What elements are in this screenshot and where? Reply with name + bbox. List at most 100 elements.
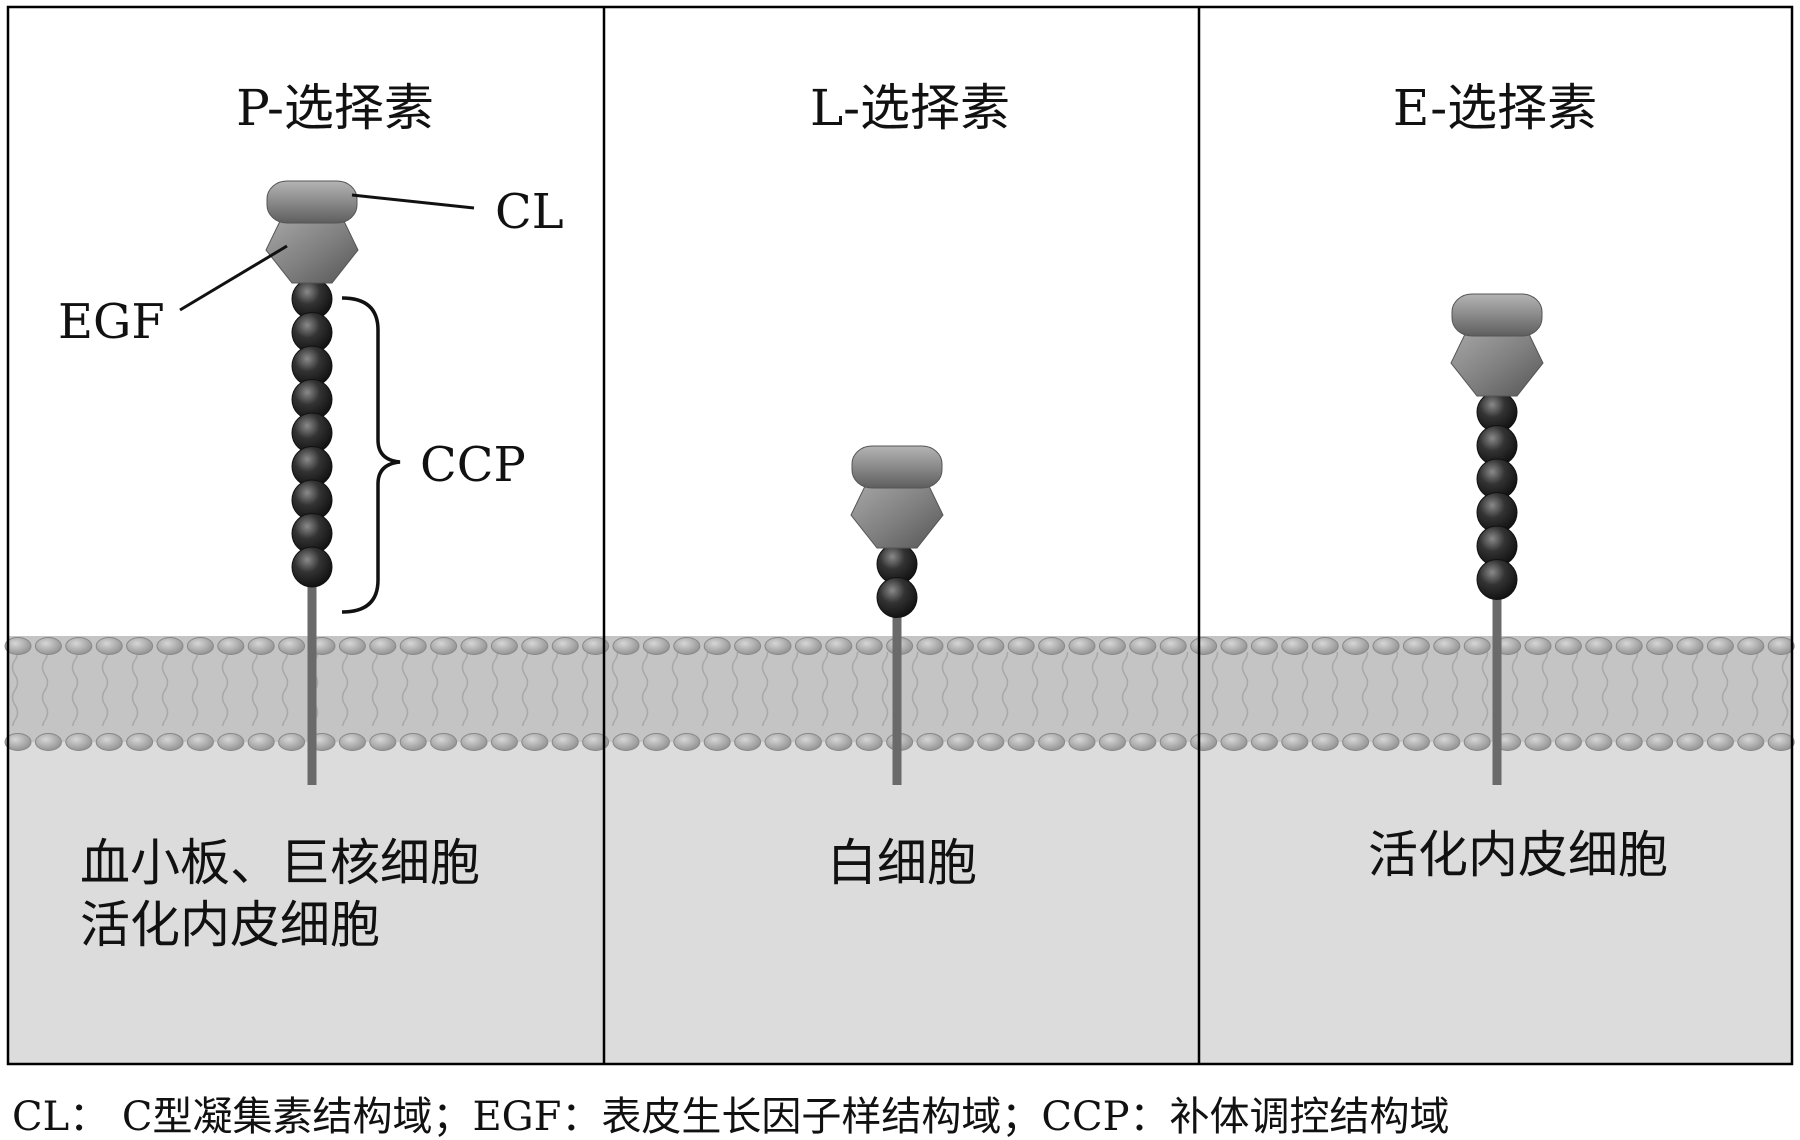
- ccp-bead: [876, 577, 918, 618]
- inner-lipid-head: [1250, 733, 1278, 751]
- outer-lipid-head: [916, 637, 944, 655]
- inner-lipid-head: [1220, 733, 1248, 751]
- outer-lipid-head: [460, 637, 488, 655]
- cl-label: CL: [495, 184, 564, 240]
- ccp-bead: [1476, 559, 1518, 600]
- inner-lipid-head: [1706, 733, 1734, 751]
- panel-title-e-selectin: E-选择素: [1393, 79, 1597, 137]
- outer-lipid-head: [1646, 637, 1674, 655]
- inner-lipid-head: [490, 733, 518, 751]
- inner-lipid-head: [369, 733, 397, 751]
- outer-lipid-head: [95, 637, 123, 655]
- outer-lipid-head: [1159, 637, 1187, 655]
- outer-lipid-head: [1068, 637, 1096, 655]
- ccp-bead: [291, 546, 333, 588]
- outer-lipid-head: [551, 637, 579, 655]
- outer-lipid-head: [430, 637, 458, 655]
- outer-lipid-head: [1281, 637, 1309, 655]
- outer-lipid-head: [673, 637, 701, 655]
- inner-lipid-head: [642, 733, 670, 751]
- outer-lipid-head: [65, 637, 93, 655]
- outer-lipid-head: [764, 637, 792, 655]
- transmembrane-stalk: [307, 567, 317, 785]
- inner-lipid-head: [1585, 733, 1613, 751]
- outer-lipid-head: [186, 637, 214, 655]
- outer-lipid-head: [156, 637, 184, 655]
- inner-lipid-head: [673, 733, 701, 751]
- cl-lectin-domain: [851, 445, 943, 489]
- inner-lipid-head: [1554, 733, 1582, 751]
- outer-lipid-head: [703, 637, 731, 655]
- inner-lipid-head: [794, 733, 822, 751]
- inner-lipid-head: [612, 733, 640, 751]
- transmembrane-stalk: [1492, 579, 1502, 785]
- outer-lipid-head: [1372, 637, 1400, 655]
- outer-lipid-head: [1220, 637, 1248, 655]
- inner-lipid-head: [946, 733, 974, 751]
- egf-label: EGF: [58, 294, 165, 350]
- inner-lipid-head: [1646, 733, 1674, 751]
- transmembrane-stalk: [892, 597, 902, 785]
- inner-lipid-head: [34, 733, 62, 751]
- inner-lipid-head: [156, 733, 184, 751]
- inner-lipid-head: [977, 733, 1005, 751]
- outer-lipid-head: [34, 637, 62, 655]
- inner-lipid-head: [338, 733, 366, 751]
- outer-lipid-head: [1098, 637, 1126, 655]
- inner-lipid-head: [764, 733, 792, 751]
- outer-lipid-head: [855, 637, 883, 655]
- cell-label-l: 白细胞: [827, 834, 977, 892]
- inner-lipid-head: [1159, 733, 1187, 751]
- inner-lipid-head: [430, 733, 458, 751]
- outer-lipid-head: [734, 637, 762, 655]
- panel-title-l-selectin: L-选择素: [810, 79, 1010, 137]
- inner-lipid-head: [1676, 733, 1704, 751]
- outer-lipid-head: [217, 637, 245, 655]
- outer-lipid-head: [1007, 637, 1035, 655]
- outer-lipid-head: [1767, 637, 1795, 655]
- cell-label-p-line-2: 活化内皮细胞: [80, 896, 380, 954]
- inner-lipid-head: [1281, 733, 1309, 751]
- selectin-diagram: P-选择素 L-选择素 E-选择素 CL EGF CCP 血小板、巨核细胞 活化…: [4, 5, 1795, 1140]
- outer-lipid-head: [1585, 637, 1613, 655]
- cell-label-e: 活化内皮细胞: [1368, 826, 1668, 884]
- inner-lipid-head: [460, 733, 488, 751]
- outer-lipid-head: [1038, 637, 1066, 655]
- outer-lipid-head: [1190, 637, 1218, 655]
- inner-lipid-head: [65, 733, 93, 751]
- inner-lipid-head: [1737, 733, 1765, 751]
- cl-lectin-domain: [266, 180, 358, 224]
- inner-lipid-head: [247, 733, 275, 751]
- inner-lipid-head: [1342, 733, 1370, 751]
- outer-lipid-head: [521, 637, 549, 655]
- inner-lipid-head: [217, 733, 245, 751]
- inner-lipid-head: [1129, 733, 1157, 751]
- inner-lipid-head: [1098, 733, 1126, 751]
- outer-lipid-head: [1706, 637, 1734, 655]
- inner-lipid-head: [1463, 733, 1491, 751]
- figure-caption: CL： C型凝集素结构域；EGF：表皮生长因子样结构域；CCP：补体调控结构域: [12, 1094, 1450, 1140]
- inner-lipid-head: [399, 733, 427, 751]
- inner-lipid-head: [1007, 733, 1035, 751]
- inner-lipid-head: [1190, 733, 1218, 751]
- outer-lipid-head: [946, 637, 974, 655]
- inner-lipid-head: [1402, 733, 1430, 751]
- outer-lipid-head: [1342, 637, 1370, 655]
- inner-lipid-head: [855, 733, 883, 751]
- outer-lipid-head: [278, 637, 306, 655]
- inner-lipid-head: [1372, 733, 1400, 751]
- ccp-label: CCP: [420, 437, 526, 493]
- cell-label-p-line-1: 血小板、巨核细胞: [80, 834, 480, 892]
- outer-lipid-head: [825, 637, 853, 655]
- outer-lipid-head: [369, 637, 397, 655]
- outer-lipid-head: [1676, 637, 1704, 655]
- inner-lipid-head: [95, 733, 123, 751]
- outer-lipid-head: [247, 637, 275, 655]
- outer-lipid-head: [1554, 637, 1582, 655]
- outer-lipid-head: [1433, 637, 1461, 655]
- outer-lipid-head: [1737, 637, 1765, 655]
- outer-lipid-head: [794, 637, 822, 655]
- outer-lipid-head: [126, 637, 154, 655]
- inner-lipid-head: [825, 733, 853, 751]
- inner-lipid-head: [734, 733, 762, 751]
